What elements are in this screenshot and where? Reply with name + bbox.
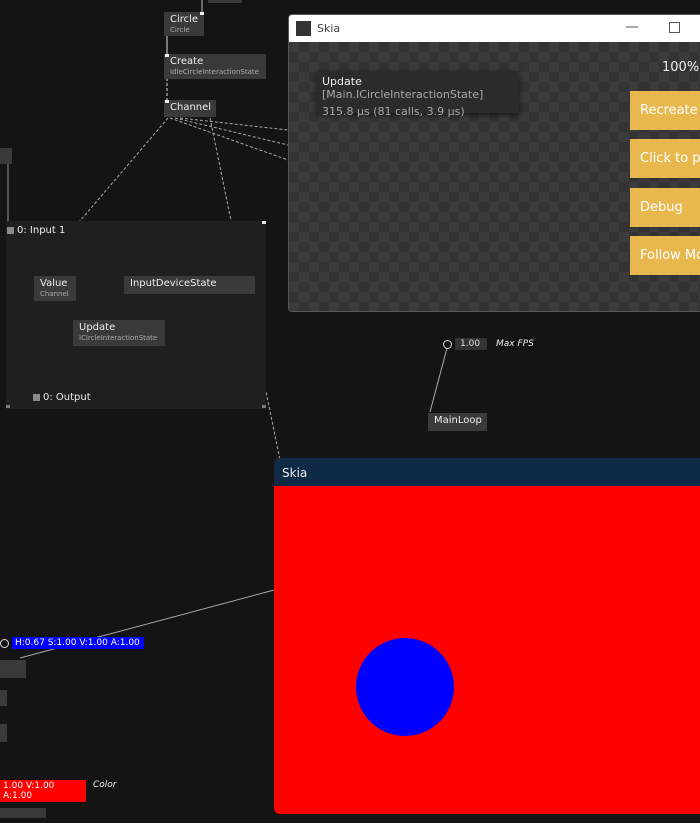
input-device-node-label: InputDeviceState bbox=[130, 278, 217, 289]
channel-node-label: Channel bbox=[170, 102, 212, 113]
region-corner-br bbox=[262, 405, 266, 408]
color-label: Color bbox=[93, 780, 117, 790]
maximize-icon[interactable] bbox=[669, 22, 680, 33]
follow-mouse-button[interactable]: Follow Mo bbox=[630, 236, 700, 275]
output-label: 0: Output bbox=[43, 392, 91, 403]
output-port[interactable] bbox=[33, 394, 40, 401]
circle-node-label: Circle bbox=[170, 14, 199, 25]
region-box[interactable] bbox=[6, 221, 266, 409]
color-value[interactable]: 1.00 V:1.00 A:1.00 bbox=[0, 780, 86, 802]
tooltip-stats: 315.8 µs (81 calls, 3.9 µs) bbox=[322, 105, 465, 118]
create-node-sub: IdleCircleInteractionState bbox=[170, 68, 259, 76]
value-node-sub: Channel bbox=[40, 290, 69, 298]
create-node-label: Create bbox=[170, 56, 204, 67]
fps-pin-icon[interactable] bbox=[443, 340, 452, 349]
create-node-pin[interactable] bbox=[165, 54, 169, 57]
max-fps-value[interactable]: 1.00 bbox=[455, 338, 487, 350]
tooltip-title: Update bbox=[322, 75, 362, 88]
max-fps-label: Max FPS bbox=[496, 339, 534, 349]
click-to-button[interactable]: Click to p bbox=[630, 139, 700, 178]
mainloop-node-label: MainLoop bbox=[434, 415, 482, 426]
tooltip-context: [Main.ICircleInteractionState] bbox=[322, 88, 484, 101]
circle-node-pin[interactable] bbox=[200, 12, 204, 15]
skia-output-title: Skia bbox=[282, 466, 308, 480]
value-node-label: Value bbox=[40, 278, 68, 289]
skia-window-title: Skia bbox=[317, 22, 341, 35]
region-corner-tr bbox=[262, 221, 266, 224]
partial-left-node-4[interactable] bbox=[0, 724, 7, 742]
partial-top-node[interactable] bbox=[208, 0, 242, 3]
partial-bottom-node[interactable] bbox=[0, 808, 46, 818]
update-node-label: Update bbox=[79, 322, 116, 333]
update-node[interactable]: Update ICircleInteractionState bbox=[73, 320, 165, 346]
zoom-level: 100% bbox=[662, 60, 700, 75]
update-node-sub: ICircleInteractionState bbox=[79, 334, 158, 342]
hsv-pin-icon[interactable] bbox=[0, 639, 9, 648]
minimize-icon[interactable]: — bbox=[625, 19, 639, 35]
skia-window-output[interactable]: Skia bbox=[274, 458, 700, 814]
skia-output-titlebar[interactable]: Skia bbox=[274, 458, 700, 486]
channel-node-pin[interactable] bbox=[165, 100, 169, 103]
perf-tooltip: Update [Main.ICircleInteractionState] 31… bbox=[317, 71, 519, 118]
blue-circle[interactable] bbox=[356, 638, 454, 736]
recreate-button[interactable]: Recreate bbox=[630, 91, 700, 130]
skia-window-titlebar[interactable]: Skia — bbox=[289, 15, 700, 42]
create-node[interactable]: Create IdleCircleInteractionState bbox=[164, 54, 266, 79]
circle-node-sub: Circle bbox=[170, 26, 190, 34]
hsv-value[interactable]: H:0.67 S:1.00 V:1.00 A:1.00 bbox=[12, 637, 144, 649]
debug-button[interactable]: Debug bbox=[630, 188, 700, 227]
channel-node[interactable]: Channel bbox=[164, 100, 216, 117]
region-corner-bl bbox=[6, 405, 10, 408]
value-node[interactable]: Value Channel bbox=[34, 276, 76, 301]
input-device-node[interactable]: InputDeviceState bbox=[124, 276, 255, 294]
mainloop-node[interactable]: MainLoop bbox=[428, 413, 487, 431]
skia-logo-icon bbox=[296, 21, 311, 36]
circle-node[interactable]: Circle Circle bbox=[164, 12, 204, 36]
partial-left-node[interactable] bbox=[0, 148, 12, 164]
input-port[interactable] bbox=[7, 227, 14, 234]
skia-window-renderer[interactable]: Skia — Update [Main.ICircleInteractionSt… bbox=[288, 14, 700, 312]
partial-left-node-3[interactable] bbox=[0, 690, 7, 706]
partial-left-node-2[interactable] bbox=[0, 660, 26, 678]
input-label: 0: Input 1 bbox=[17, 225, 66, 236]
